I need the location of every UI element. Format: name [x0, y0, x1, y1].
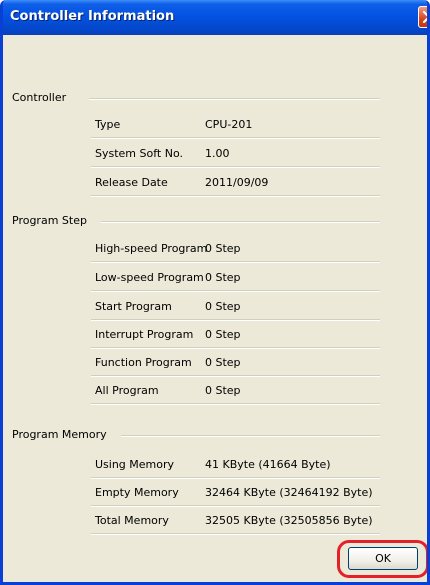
row-divider: [91, 505, 380, 507]
type-value: CPU-201: [205, 118, 253, 131]
empty-memory-value: 32464 KByte (32464192 Byte): [205, 486, 373, 499]
function-program-value: 0 Step: [205, 356, 241, 369]
close-icon: [423, 11, 427, 23]
using-memory-value: 41 KByte (41664 Byte): [205, 458, 331, 471]
program-step-group-heading: Program Step: [12, 214, 93, 227]
interrupt-program-value: 0 Step: [205, 328, 241, 341]
type-label: Type: [95, 118, 121, 131]
row-divider: [91, 290, 380, 292]
row-divider: [91, 375, 380, 377]
function-program-label: Function Program: [95, 356, 192, 369]
program-memory-group-divider: [121, 435, 380, 437]
controller-group-divider: [89, 98, 380, 100]
title-bar[interactable]: Controller Information: [3, 0, 427, 35]
all-program-value: 0 Step: [205, 384, 241, 397]
total-memory-value: 32505 KByte (32505856 Byte): [205, 514, 373, 527]
row-divider: [91, 319, 380, 321]
release-date-label: Release Date: [95, 176, 168, 189]
high-speed-program-value: 0 Step: [205, 242, 241, 255]
low-speed-program-value: 0 Step: [205, 271, 241, 284]
ok-button[interactable]: OK: [348, 547, 418, 570]
row-divider: [91, 195, 380, 197]
window-title: Controller Information: [10, 9, 175, 24]
release-date-value: 2011/09/09: [205, 176, 269, 189]
program-step-group-divider: [101, 221, 380, 223]
start-program-label: Start Program: [95, 300, 172, 313]
all-program-label: All Program: [95, 384, 159, 397]
system-soft-no-value: 1.00: [205, 147, 230, 160]
controller-information-dialog: Controller Information Controller Type C…: [0, 0, 430, 585]
row-divider: [91, 261, 380, 263]
empty-memory-label: Empty Memory: [95, 486, 179, 499]
interrupt-program-label: Interrupt Program: [95, 328, 194, 341]
total-memory-label: Total Memory: [95, 514, 169, 527]
row-divider: [91, 166, 380, 168]
row-divider: [91, 403, 380, 405]
using-memory-label: Using Memory: [95, 458, 175, 471]
low-speed-program-label: Low-speed Program: [95, 271, 204, 284]
program-memory-group-heading: Program Memory: [12, 428, 113, 441]
row-divider: [91, 137, 380, 139]
row-divider: [91, 533, 380, 535]
start-program-value: 0 Step: [205, 300, 241, 313]
row-divider: [91, 477, 380, 479]
row-divider: [91, 347, 380, 349]
system-soft-no-label: System Soft No.: [95, 147, 183, 160]
close-button[interactable]: [418, 6, 427, 28]
controller-group-heading: Controller: [12, 91, 73, 104]
high-speed-program-label: High-speed Program: [95, 242, 208, 255]
